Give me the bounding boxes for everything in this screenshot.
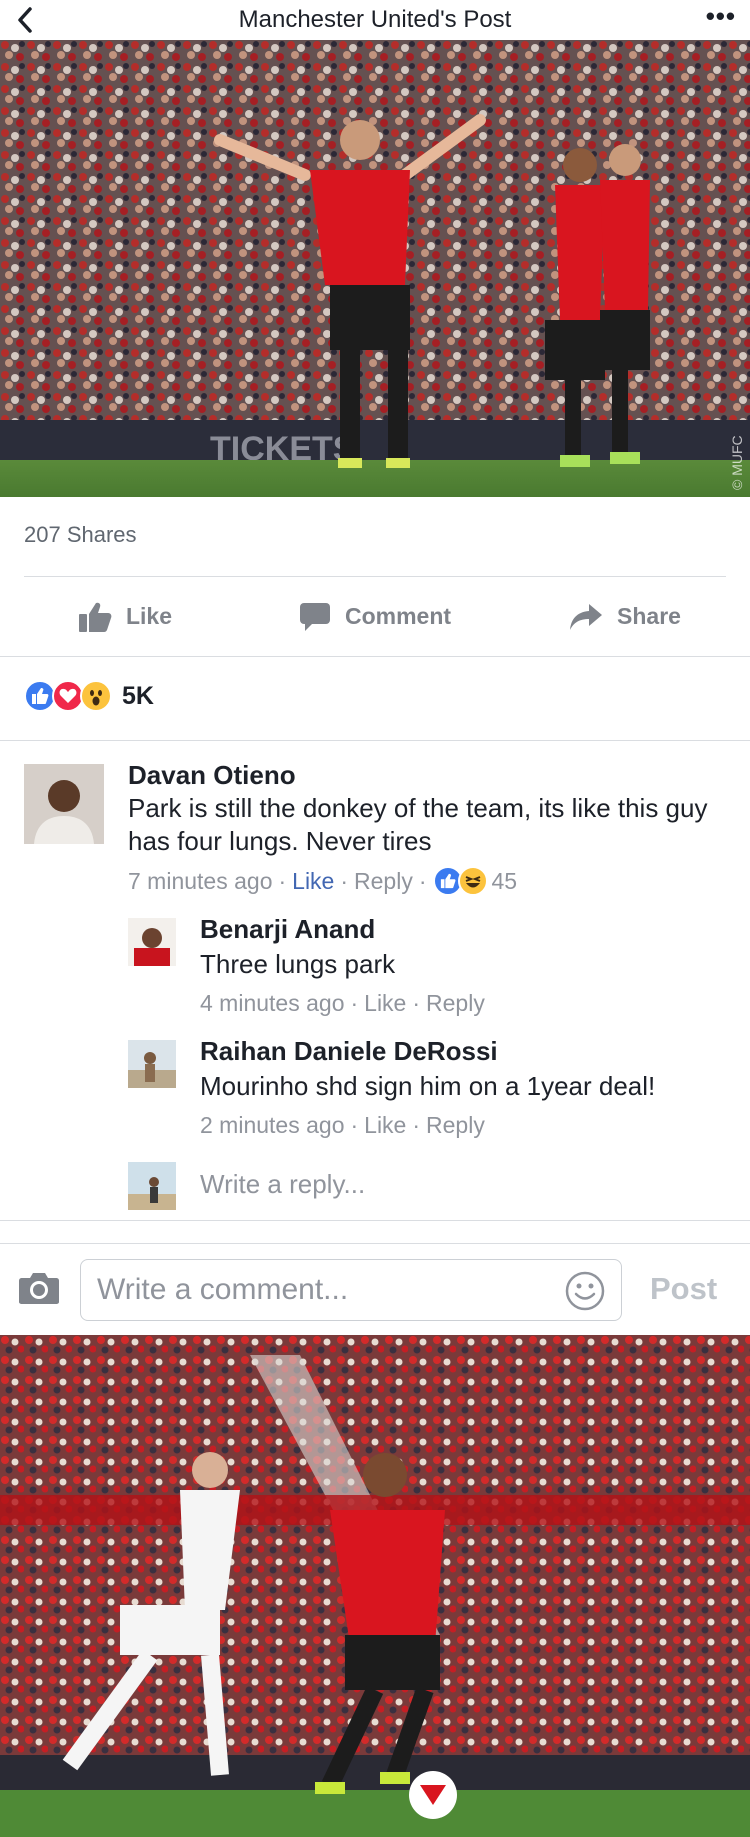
share-label: Share xyxy=(617,603,681,629)
comment-meta: 7 minutes ago · Like · Reply · 45 xyxy=(128,866,517,896)
avatar[interactable] xyxy=(128,1040,176,1088)
divider xyxy=(0,740,750,741)
reply-text: Mourinho shd sign him on a 1year deal! xyxy=(200,1071,656,1101)
shares-count[interactable]: 207 Shares xyxy=(24,522,137,548)
divider xyxy=(0,656,750,657)
avatar[interactable] xyxy=(24,764,104,844)
reply-meta: 4 minutes ago · Like · Reply xyxy=(200,990,485,1017)
comment-bubble-icon xyxy=(299,602,330,631)
comment-reply-link[interactable]: Reply xyxy=(354,868,413,895)
avatar[interactable] xyxy=(128,918,176,966)
back-chevron-icon xyxy=(18,7,32,33)
avatar xyxy=(128,1162,176,1210)
reply-author[interactable]: Raihan Daniele DeRossi xyxy=(200,1036,498,1067)
camera-icon xyxy=(19,1273,59,1304)
reply-time[interactable]: 4 minutes ago xyxy=(200,990,344,1017)
post-comment-button[interactable]: Post xyxy=(650,1271,717,1307)
post-actions-bar: Like Comment Share xyxy=(0,577,750,656)
top-bar: Manchester United's Post ••• xyxy=(0,0,750,40)
thumbs-up-icon xyxy=(78,602,112,632)
section-separator xyxy=(0,1220,750,1244)
post-photo[interactable] xyxy=(0,1335,750,1837)
comment-composer: Write a comment... Post xyxy=(0,1244,750,1335)
emoji-button[interactable] xyxy=(565,1271,605,1316)
reply-time[interactable]: 2 minutes ago xyxy=(200,1112,344,1139)
comment-text: Park is still the donkey of the team, it… xyxy=(128,793,708,856)
more-dots-icon[interactable]: ••• xyxy=(706,3,736,29)
reply-like-link[interactable]: Like xyxy=(364,990,406,1017)
like-label: Like xyxy=(125,603,173,629)
reply-like-link[interactable]: Like xyxy=(364,1112,406,1139)
reply-reply-link[interactable]: Reply xyxy=(426,990,485,1017)
back-button[interactable] xyxy=(10,4,40,36)
share-button[interactable]: Share xyxy=(500,577,750,656)
comment-like-link[interactable]: Like xyxy=(292,868,334,895)
page-title: Manchester United's Post xyxy=(238,6,512,33)
comment-reaction-count: 45 xyxy=(491,867,518,894)
reply-text: Three lungs park xyxy=(200,949,396,979)
smiley-icon xyxy=(565,1271,605,1311)
like-button[interactable]: Like xyxy=(0,577,250,656)
comment-label: Comment xyxy=(344,603,452,629)
reply-author[interactable]: Benarji Anand xyxy=(200,914,375,945)
post-photo[interactable]: TICKETS © MUFC xyxy=(0,40,750,497)
haha-reaction-icon xyxy=(457,866,488,896)
reply-meta: 2 minutes ago · Like · Reply xyxy=(200,1112,485,1139)
comment-reactions[interactable]: 45 xyxy=(432,866,518,896)
comment-input[interactable]: Write a comment... xyxy=(80,1259,622,1321)
reply-reply-link[interactable]: Reply xyxy=(426,1112,485,1139)
photo-watermark: © MUFC xyxy=(729,435,745,490)
comment-author[interactable]: Davan Otieno xyxy=(128,760,296,791)
share-arrow-icon xyxy=(570,603,603,630)
comment-button[interactable]: Comment xyxy=(250,577,500,656)
wow-reaction-icon xyxy=(80,680,112,712)
reactions-count: 5K xyxy=(122,681,154,710)
write-reply-input[interactable]: Write a reply... xyxy=(200,1168,365,1201)
comment-time[interactable]: 7 minutes ago xyxy=(128,868,272,895)
camera-button[interactable] xyxy=(18,1271,60,1310)
reactions-summary[interactable]: 5K xyxy=(24,680,154,712)
